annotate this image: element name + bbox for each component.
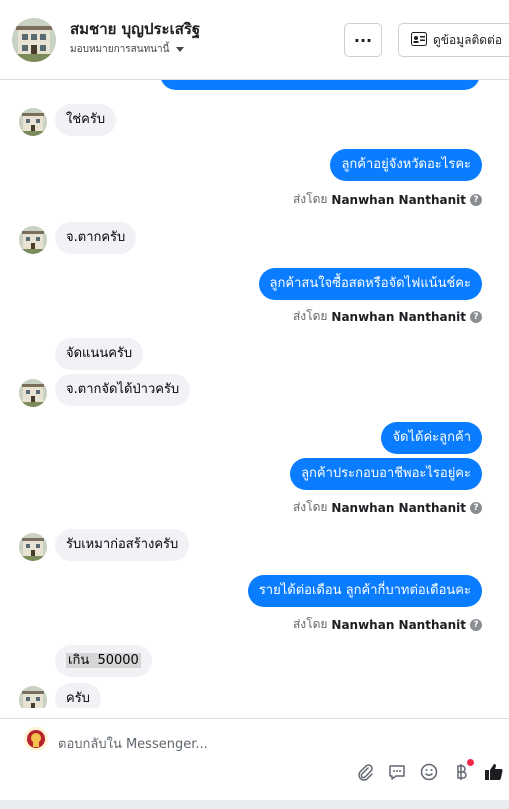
- message-thread[interactable]: ใช่ครับ ลูกค้าอยู่จังหวัดอะไรคะ ส่งโดย N…: [0, 80, 509, 708]
- view-contact-button[interactable]: ดูข้อมูลติดต่อ: [398, 23, 509, 57]
- help-icon[interactable]: ?: [470, 310, 482, 323]
- message-bubble-incoming: รับเหมาก่อสร้างครับ: [55, 529, 190, 561]
- contact-avatar-small: [19, 686, 47, 708]
- contact-avatar-small: [19, 226, 47, 254]
- caret-down-icon: [176, 47, 185, 52]
- contact-card-icon: [411, 31, 427, 49]
- sent-by-agent: Nanwhan Nanthanit: [331, 309, 466, 324]
- notification-dot: [467, 759, 474, 766]
- message-bubble-incoming: ครับ: [55, 683, 101, 708]
- help-icon[interactable]: ?: [470, 501, 482, 514]
- message-bubble-outgoing: ลูกค้าอยู่จังหวัดอะไรคะ: [330, 149, 482, 181]
- sent-by-prefix: ส่งโดย: [292, 309, 328, 323]
- view-contact-label: ดูข้อมูลติดต่อ: [433, 32, 503, 47]
- contact-avatar-small: [19, 533, 47, 561]
- contact-name[interactable]: สมชาย บุญประเสริฐ: [70, 17, 200, 41]
- sent-by-label: ส่งโดย Nanwhan Nanthanit ?: [293, 190, 482, 209]
- window-bottom-edge: [0, 800, 509, 809]
- contact-avatar-small: [19, 108, 47, 136]
- chat-bubble-icon[interactable]: [386, 761, 408, 783]
- sent-by-agent: Nanwhan Nanthanit: [331, 192, 466, 207]
- assign-label: มอบหมายการสนทนานี้: [70, 44, 170, 55]
- thumbs-up-icon[interactable]: [483, 761, 505, 783]
- assign-conversation-dropdown[interactable]: มอบหมายการสนทนานี้: [70, 42, 185, 57]
- smiley-icon[interactable]: [418, 761, 440, 783]
- sent-by-label: ส่งโดย Nanwhan Nanthanit ?: [293, 498, 482, 517]
- contact-avatar-small: [19, 379, 47, 407]
- message-bubble-incoming: จ.ตากครับ: [55, 222, 137, 254]
- more-options-button[interactable]: ···: [344, 23, 382, 57]
- message-bubble-incoming: เกิน 50000: [55, 645, 152, 677]
- message-bubble-outgoing: ลูกค้าสนใจซื้อสดหรือจัดไฟแน้นช์คะ: [258, 268, 482, 300]
- message-bubble-incoming: จัดแนนครับ: [55, 338, 144, 370]
- sent-by-label: ส่งโดย Nanwhan Nanthanit ?: [293, 615, 482, 634]
- contact-avatar[interactable]: [12, 18, 56, 62]
- selected-text: เกิน 50000: [66, 653, 141, 668]
- reply-input[interactable]: ตอบกลับใน Messenger...: [58, 733, 208, 754]
- help-icon[interactable]: ?: [470, 618, 482, 631]
- conversation-header: สมชาย บุญประเสริฐ มอบหมายการสนทนานี้ ···…: [0, 0, 509, 80]
- sent-by-prefix: ส่งโดย: [292, 617, 328, 631]
- sent-by-prefix: ส่งโดย: [292, 500, 328, 514]
- sent-by-prefix: ส่งโดย: [292, 192, 328, 206]
- baht-icon[interactable]: [450, 759, 474, 783]
- message-bubble-outgoing: จัดได้ค่ะลูกค้า: [381, 422, 482, 454]
- reply-composer: ตอบกลับใน Messenger...: [0, 718, 509, 809]
- message-bubble-outgoing: ลูกค้าประกอบอาชีพอะไรอยู่คะ: [290, 458, 482, 490]
- message-bubble-outgoing: รายได้ต่อเดือน ลูกค้ากี่บาทต่อเดือนคะ: [247, 575, 482, 607]
- page-avatar: [24, 727, 48, 751]
- sent-by-agent: Nanwhan Nanthanit: [331, 500, 466, 515]
- sent-by-agent: Nanwhan Nanthanit: [331, 617, 466, 632]
- message-bubble-incoming: จ.ตากจัดได้ป่าวครับ: [55, 374, 191, 406]
- help-icon[interactable]: ?: [470, 193, 482, 206]
- message-bubble-outgoing: [160, 80, 480, 90]
- paperclip-icon[interactable]: [354, 761, 376, 783]
- sent-by-label: ส่งโดย Nanwhan Nanthanit ?: [293, 307, 482, 326]
- message-bubble-incoming: ใช่ครับ: [55, 104, 117, 136]
